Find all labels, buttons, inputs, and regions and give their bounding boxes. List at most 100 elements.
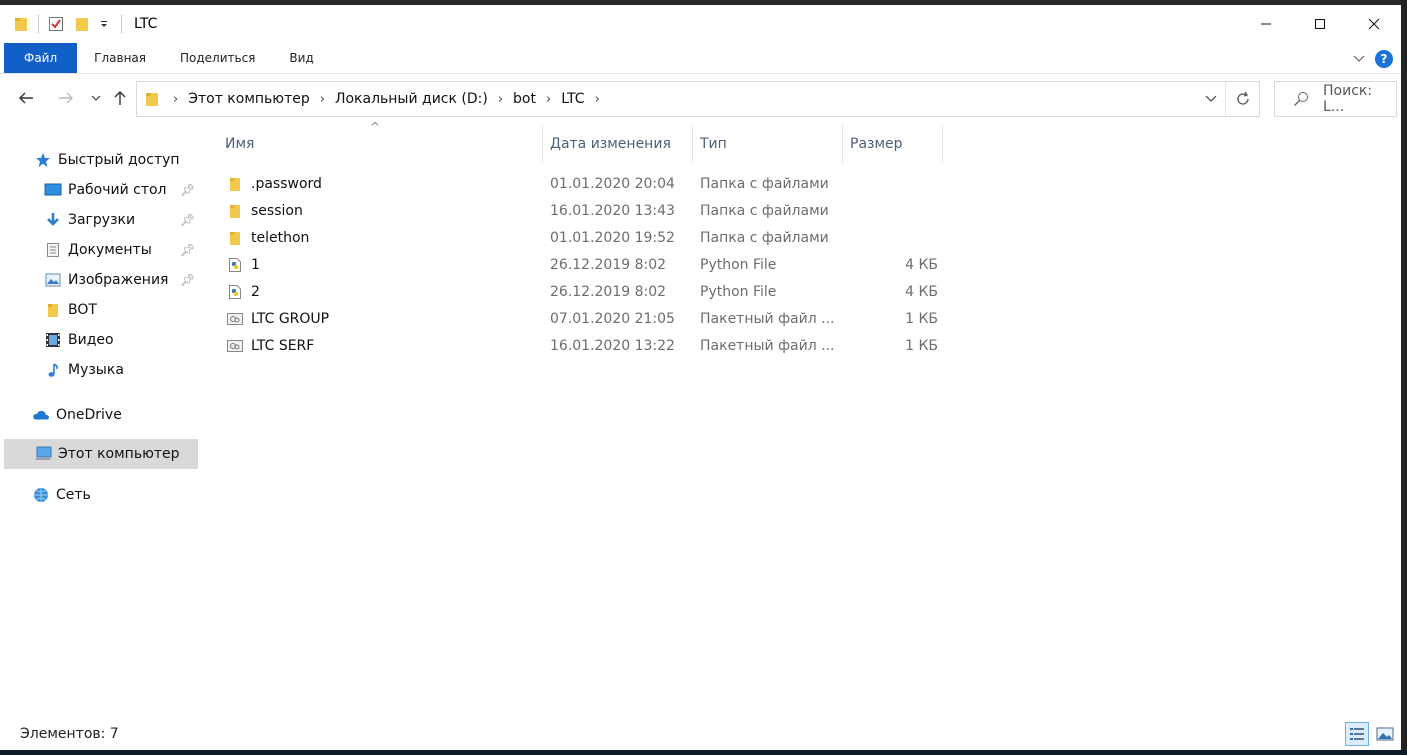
sidebar-item-label: Быстрый доступ (58, 152, 180, 168)
file-name: 2 (251, 283, 260, 300)
tab-file[interactable]: Файл (4, 43, 78, 73)
properties-icon[interactable] (45, 13, 67, 35)
close-button[interactable] (1347, 5, 1401, 43)
pin-icon[interactable]: 📌︎ (180, 243, 195, 257)
maximize-button[interactable] (1293, 5, 1347, 43)
file-row[interactable]: 2 26.12.2019 8:02 Python File 4 КБ (218, 278, 944, 305)
folder-icon (226, 175, 244, 193)
quick-access-toolbar (10, 13, 128, 35)
minimize-button[interactable] (1239, 5, 1293, 43)
explorer-window: LTC Файл Главная Поделиться Вид ? › Этот… (0, 5, 1401, 750)
chevron-right-icon[interactable]: › (546, 92, 551, 107)
sidebar-item-documents[interactable]: Документы 📌︎ (0, 235, 198, 265)
breadcrumb-bot[interactable]: bot (513, 91, 536, 107)
column-header-size[interactable]: Размер (843, 125, 943, 163)
sidebar-item-label: Изображения (68, 272, 169, 288)
pin-icon[interactable]: 📌︎ (180, 273, 195, 287)
file-date: 01.01.2020 19:52 (550, 229, 675, 246)
folder-icon (226, 202, 244, 220)
ribbon-tabs: Файл Главная Поделиться Вид ? (0, 43, 1401, 74)
pin-icon[interactable]: 📌︎ (180, 213, 195, 227)
title-bar: LTC (0, 5, 1401, 43)
status-bar: Элементов: 7 (0, 718, 1401, 750)
sidebar-item-label: Документы (68, 242, 152, 258)
file-date: 26.12.2019 8:02 (550, 256, 667, 273)
forward-button[interactable] (54, 83, 78, 113)
file-date: 26.12.2019 8:02 (550, 283, 667, 300)
file-row[interactable]: session 16.01.2020 13:43 Папка с файлами (218, 197, 944, 224)
up-button[interactable] (108, 83, 132, 113)
breadcrumb-local-disk[interactable]: Локальный диск (D:) (335, 91, 488, 107)
toolbar-divider (38, 15, 39, 33)
sidebar-item-this-pc[interactable]: Этот компьютер (4, 439, 198, 469)
breadcrumb-ltc[interactable]: LTC (561, 91, 584, 107)
view-switcher (1345, 722, 1397, 746)
sidebar-item-onedrive[interactable]: OneDrive (0, 400, 198, 430)
desktop-background-right (1401, 0, 1407, 755)
music-icon (44, 361, 62, 379)
batch-file-icon (226, 310, 244, 328)
refresh-button[interactable] (1225, 82, 1259, 116)
tab-home[interactable]: Главная (77, 43, 163, 73)
back-button[interactable] (14, 83, 38, 113)
column-header-name[interactable]: Имя (218, 125, 543, 163)
address-bar[interactable]: › Этот компьютер › Локальный диск (D:) ›… (136, 81, 1260, 117)
tab-share[interactable]: Поделиться (163, 43, 272, 73)
file-type: Python File (700, 283, 777, 300)
folder-icon (44, 301, 62, 319)
sidebar-item-label: Сеть (56, 487, 91, 503)
address-history-dropdown[interactable] (1199, 82, 1223, 116)
file-size: 1 КБ (905, 337, 938, 354)
sidebar-item-label: Загрузки (68, 212, 136, 228)
tab-view[interactable]: Вид (272, 43, 330, 73)
chevron-right-icon[interactable]: › (498, 92, 503, 107)
file-name: telethon (251, 229, 310, 246)
search-box[interactable]: Поиск: L... (1274, 81, 1397, 117)
chevron-right-icon[interactable]: › (173, 92, 178, 107)
sidebar-item-quick-access[interactable]: Быстрый доступ (0, 145, 198, 175)
sidebar-item-videos[interactable]: Видео (0, 325, 198, 355)
new-folder-icon[interactable] (71, 13, 93, 35)
sidebar-item-label: OneDrive (56, 407, 122, 423)
file-date: 01.01.2020 20:04 (550, 175, 675, 192)
ribbon-right-controls: ? (1353, 43, 1393, 74)
file-type: Папка с файлами (700, 202, 829, 219)
desktop-icon (44, 181, 62, 199)
file-type: Python File (700, 256, 777, 273)
breadcrumb-this-pc[interactable]: Этот компьютер (188, 91, 310, 107)
file-row[interactable]: telethon 01.01.2020 19:52 Папка с файлам… (218, 224, 944, 251)
taskbar-edge (0, 750, 1407, 755)
sidebar-item-desktop[interactable]: Рабочий стол 📌︎ (0, 175, 198, 205)
star-icon (34, 151, 52, 169)
chevron-right-icon[interactable]: › (320, 92, 325, 107)
sidebar-item-downloads[interactable]: Загрузки 📌︎ (0, 205, 198, 235)
file-row[interactable]: 1 26.12.2019 8:02 Python File 4 КБ (218, 251, 944, 278)
file-name: LTC GROUP (251, 310, 330, 327)
sidebar-item-bot[interactable]: BOT (0, 295, 198, 325)
pin-icon[interactable]: 📌︎ (180, 183, 195, 197)
sidebar-item-pictures[interactable]: Изображения 📌︎ (0, 265, 198, 295)
file-row[interactable]: .password 01.01.2020 20:04 Папка с файла… (218, 170, 944, 197)
expand-ribbon-icon[interactable] (1353, 51, 1365, 67)
sidebar-item-label: Рабочий стол (68, 182, 167, 198)
details-view-icon[interactable] (1345, 722, 1369, 746)
file-date: 16.01.2020 13:22 (550, 337, 675, 354)
sidebar-item-network[interactable]: Сеть (0, 480, 198, 510)
customize-toolbar-icon[interactable] (93, 13, 115, 35)
help-icon[interactable]: ? (1375, 49, 1393, 68)
window-controls (1239, 5, 1401, 43)
column-headers: Имя Дата изменения Тип Размер (218, 125, 943, 163)
file-row[interactable]: LTC GROUP 07.01.2020 21:05 Пакетный файл… (218, 305, 944, 332)
column-header-type[interactable]: Тип (693, 125, 843, 163)
chevron-right-icon[interactable]: › (595, 92, 600, 107)
large-icons-view-icon[interactable] (1373, 722, 1397, 746)
recent-locations-button[interactable] (84, 83, 108, 113)
folder-icon[interactable] (10, 13, 32, 35)
file-row[interactable]: LTC SERF 16.01.2020 13:22 Пакетный файл … (218, 332, 944, 359)
network-icon (32, 486, 50, 504)
column-header-date[interactable]: Дата изменения (543, 125, 693, 163)
file-size: 4 КБ (905, 256, 938, 273)
python-file-icon (226, 283, 244, 301)
sidebar-item-music[interactable]: Музыка (0, 355, 198, 385)
window-title: LTC (134, 16, 158, 32)
